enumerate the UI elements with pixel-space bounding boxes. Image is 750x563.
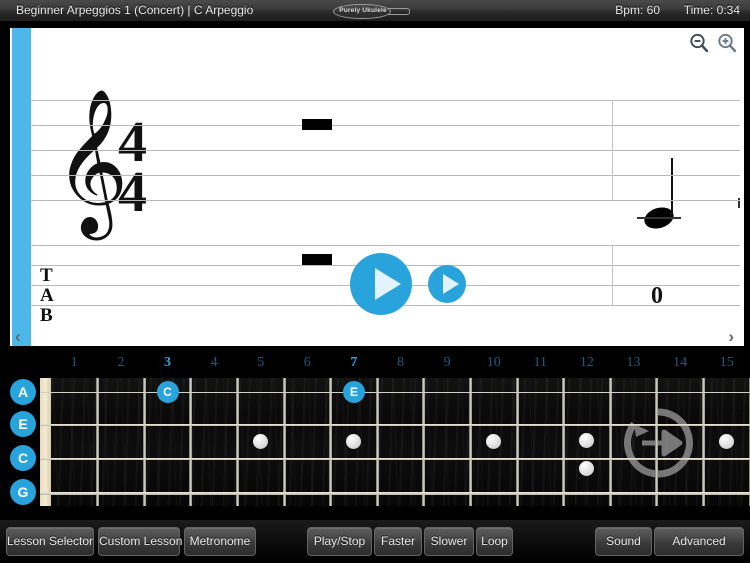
play-button-small[interactable]: [428, 265, 466, 303]
fret-wire: [422, 378, 426, 506]
staff-line: [22, 200, 740, 201]
note-stem: [671, 158, 673, 216]
playhead-bar: [12, 28, 31, 346]
fret-wire: [282, 378, 286, 506]
fret-inlay-dot: [579, 432, 595, 448]
bottom-toolbar: Lesson Selector Custom Lesson Metronome Pla…: [0, 520, 750, 563]
fret-wire: [608, 378, 612, 506]
fret-number-7[interactable]: 7: [341, 355, 367, 371]
staff-line: [22, 175, 740, 176]
fret-number-2[interactable]: 2: [108, 355, 134, 371]
rest-symbol: [302, 254, 332, 265]
fretboard-nut: [40, 378, 51, 506]
fret-inlay-dot: [486, 433, 502, 449]
zoom-in-glyph: [718, 33, 737, 53]
fret-number-10[interactable]: 10: [481, 355, 507, 371]
play-triangle-small-icon: [443, 274, 459, 294]
fret-wire: [235, 378, 239, 506]
ledger-line: [637, 217, 681, 219]
fret-wire: [142, 378, 146, 506]
app-root: Beginner Arpeggios 1 (Concert) | C Arpeg…: [0, 0, 750, 563]
fret-number-3[interactable]: 3: [155, 355, 181, 371]
time-signature-denominator: 4: [118, 159, 147, 224]
fret-wire: [96, 378, 100, 506]
fret-number-15[interactable]: 15: [714, 355, 740, 371]
scroll-right-icon[interactable]: ›: [728, 328, 734, 345]
fret-inlay-dot: [719, 433, 735, 449]
fret-inlay-dot: [579, 460, 595, 476]
staff-line: [22, 125, 740, 126]
string-label-e[interactable]: E: [10, 411, 36, 437]
zoom-in-icon[interactable]: [716, 32, 738, 54]
fret-inlay-dot: [346, 433, 362, 449]
fretboard-note-e[interactable]: E: [342, 381, 365, 403]
fret-number-4[interactable]: 4: [201, 355, 227, 371]
zoom-out-icon[interactable]: [688, 32, 710, 54]
string-label-c[interactable]: C: [10, 445, 36, 471]
time-readout: Time: 0:34: [683, 3, 740, 17]
bar-line: [612, 245, 613, 305]
fret-wire: [375, 378, 379, 506]
fret-number-6[interactable]: 6: [294, 355, 320, 371]
guitar-string-c: [40, 458, 750, 461]
fret-wire: [515, 378, 519, 506]
advanced-button[interactable]: Advanced: [654, 527, 744, 556]
zoom-out-glyph: [690, 33, 709, 53]
guitar-string-g: [40, 492, 750, 495]
metronome-button[interactable]: Metronome: [184, 527, 256, 556]
staff-line: [22, 245, 740, 246]
fret-number-5[interactable]: 5: [248, 355, 274, 371]
loop-button[interactable]: Loop: [476, 527, 513, 556]
staff-line: [22, 100, 740, 101]
fret-wire: [655, 378, 659, 506]
fret-inlay-dot: [253, 433, 269, 449]
fret-number-9[interactable]: 9: [434, 355, 460, 371]
top-bar: Beginner Arpeggios 1 (Concert) | C Arpeg…: [0, 0, 750, 22]
ukulele-neck-icon: [388, 8, 410, 15]
fret-wire: [189, 378, 193, 506]
bpm-readout: Bpm: 60: [615, 3, 660, 17]
fret-number-14[interactable]: 14: [667, 355, 693, 371]
fret-number-8[interactable]: 8: [388, 355, 414, 371]
fretboard-note-c[interactable]: C: [156, 381, 179, 403]
fret-number-12[interactable]: 12: [574, 355, 600, 371]
guitar-string-a: [40, 392, 750, 394]
fret-wire: [562, 378, 566, 506]
scroll-left-icon[interactable]: ‹: [15, 328, 21, 345]
custom-lesson-button[interactable]: Custom Lesson: [98, 527, 182, 556]
fret-number-11[interactable]: 11: [527, 355, 553, 371]
fret-number-1[interactable]: 1: [61, 355, 87, 371]
app-logo: Purely Ukulele: [333, 4, 413, 19]
play-stop-button[interactable]: Play/Stop: [307, 527, 372, 556]
fret-wire: [329, 378, 333, 506]
lesson-selector-button[interactable]: Lesson Selector: [6, 527, 94, 556]
fret-number-13[interactable]: 13: [621, 355, 647, 371]
fret-wire: [468, 378, 472, 506]
notation-right-edge: [745, 28, 750, 346]
string-label-a[interactable]: A: [10, 379, 36, 405]
guitar-string-e: [40, 424, 750, 426]
slower-button[interactable]: Slower: [424, 527, 474, 556]
faster-button[interactable]: Faster: [374, 527, 422, 556]
sound-button[interactable]: Sound: [595, 527, 652, 556]
logo-label: Purely Ukulele: [339, 7, 387, 14]
play-button-large[interactable]: [350, 253, 412, 315]
lesson-title: Beginner Arpeggios 1 (Concert) | C Arpeg…: [16, 3, 254, 17]
bar-line: [612, 100, 613, 200]
tab-clef-label: TAB: [40, 265, 54, 326]
fret-wire: [701, 378, 705, 506]
rest-symbol: [302, 119, 332, 130]
play-triangle-icon: [375, 268, 401, 300]
staff-line: [22, 150, 740, 151]
string-label-g[interactable]: G: [10, 479, 36, 505]
